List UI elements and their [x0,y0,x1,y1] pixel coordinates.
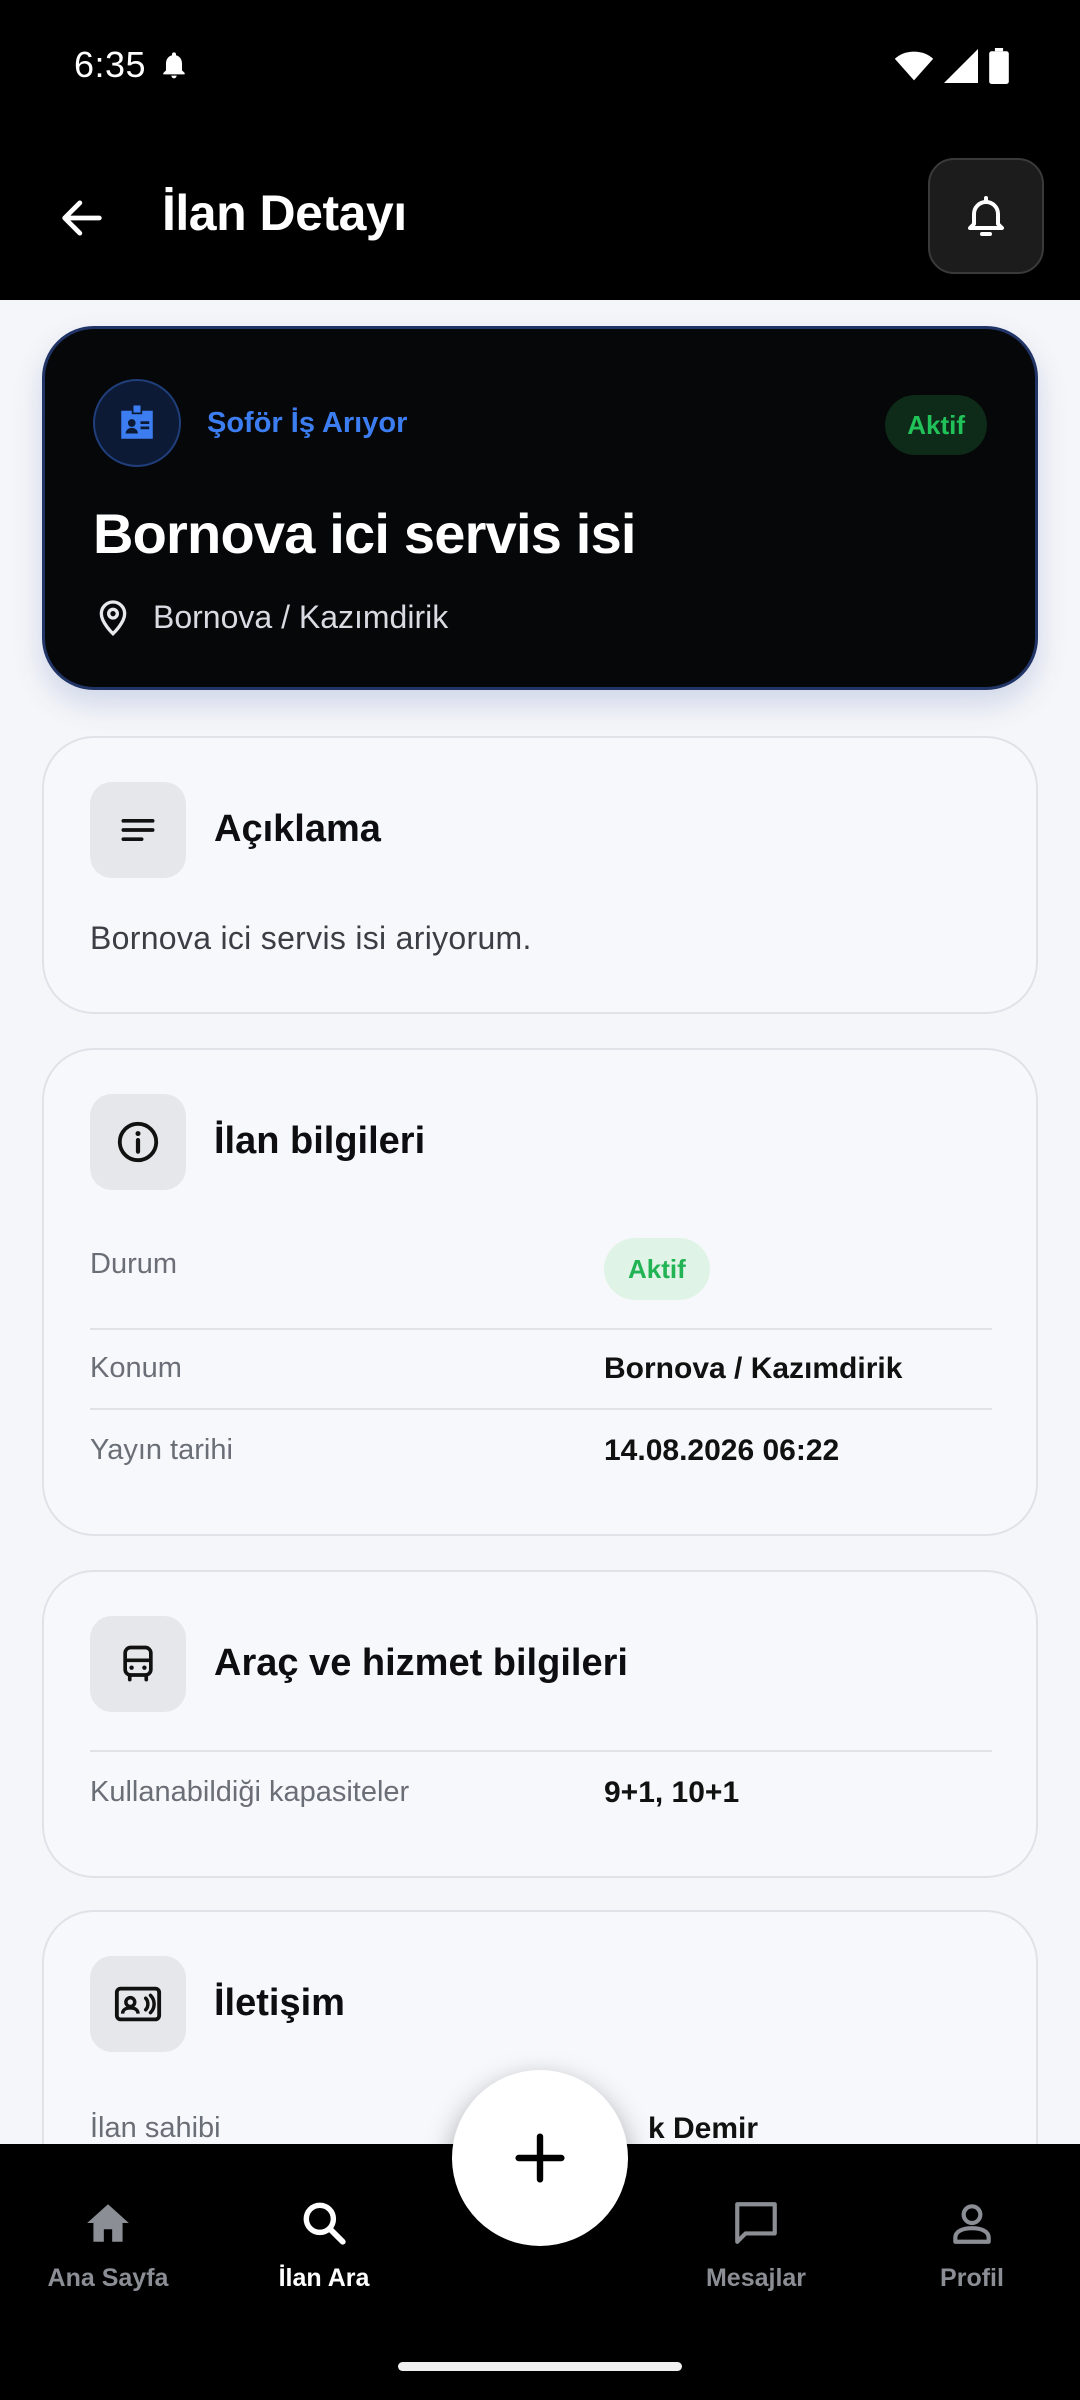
listing-info-card: İlan bilgileri Durum Aktif Konum Bornova… [42,1048,1038,1536]
description-card: Açıklama Bornova ici servis isi ariyorum… [42,736,1038,1014]
description-text: Bornova ici servis isi ariyorum. [90,920,532,956]
bell-icon [968,196,1004,236]
divider [90,1328,992,1330]
divider [90,1750,992,1752]
page-title: İlan Detayı [162,185,407,241]
notifications-button[interactable] [928,158,1044,274]
id-badge-icon [121,405,153,439]
notification-bell-icon [163,52,185,79]
nav-profile[interactable]: Profil [882,2198,1062,2293]
nav-messages-label: Mesajlar [705,2264,807,2292]
nav-messages[interactable]: Mesajlar [666,2198,846,2293]
contact-title: İletişim [214,1982,345,2024]
row-label: Konum [90,1352,182,1384]
home-icon [87,2204,129,2242]
bus-icon [123,1645,153,1682]
message-icon [735,2202,777,2244]
person-icon [953,2204,991,2244]
nav-profile-label: Profil [940,2264,1004,2292]
status-badge: Aktif [885,395,987,455]
notes-icon [121,819,155,841]
back-button[interactable] [42,178,122,258]
nav-home[interactable]: Ana Sayfa [18,2198,198,2293]
vehicle-info-title: Araç ve hizmet bilgileri [214,1642,628,1684]
bus-icon-wrap [90,1616,186,1712]
listing-info-title: İlan bilgileri [214,1120,426,1162]
listing-title: Bornova ici servis isi [93,502,636,565]
description-title: Açıklama [214,808,381,850]
app-bar: İlan Detayı [0,134,1080,300]
plus-icon [515,2133,565,2183]
nav-search-label: İlan Ara [278,2264,370,2292]
arrow-back-icon [62,200,102,236]
row-label: Yayın tarihi [90,1434,233,1466]
row-label: Durum [90,1248,178,1280]
location-text: Bornova / Kazımdirik [153,598,449,635]
nav-search[interactable]: İlan Ara [234,2198,414,2293]
vehicle-info-card: Araç ve hizmet bilgileri Kullanabildiği … [42,1570,1038,1878]
row-value: Bornova / Kazımdirik [604,1352,903,1385]
info-icon-wrap [90,1094,186,1190]
wifi-icon [894,51,934,81]
search-icon [303,2202,346,2245]
row-value: 9+1, 10+1 [604,1776,740,1809]
battery-icon [989,48,1009,84]
location-pin-icon [99,600,127,636]
status-pill: Aktif [604,1238,710,1300]
signal-icon [944,49,978,83]
listing-location: Bornova / Kazımdirik [93,597,448,637]
status-time: 6:35 [74,44,147,85]
driver-badge-icon-wrap [93,379,181,467]
status-icons [894,48,1010,84]
contact-icon-wrap [90,1956,186,2052]
listing-category: Şoför İş Arıyor [207,407,408,439]
info-icon [117,1121,159,1163]
add-listing-button[interactable] [452,2070,628,2246]
listing-hero-card: Şoför İş Arıyor Aktif Bornova ici servis… [42,326,1038,690]
nav-home-label: Ana Sayfa [47,2264,169,2292]
divider [90,1408,992,1410]
description-icon-wrap [90,782,186,878]
row-value: k Demir [648,2112,759,2145]
contact-card-icon [114,1986,162,2022]
status-bar: 6:35 [0,0,1080,134]
row-value: 14.08.2026 06:22 [604,1434,840,1467]
home-indicator[interactable] [398,2362,682,2371]
row-label: Kullanabildiği kapasiteler [90,1776,410,1808]
row-label: İlan sahibi [90,2112,221,2144]
